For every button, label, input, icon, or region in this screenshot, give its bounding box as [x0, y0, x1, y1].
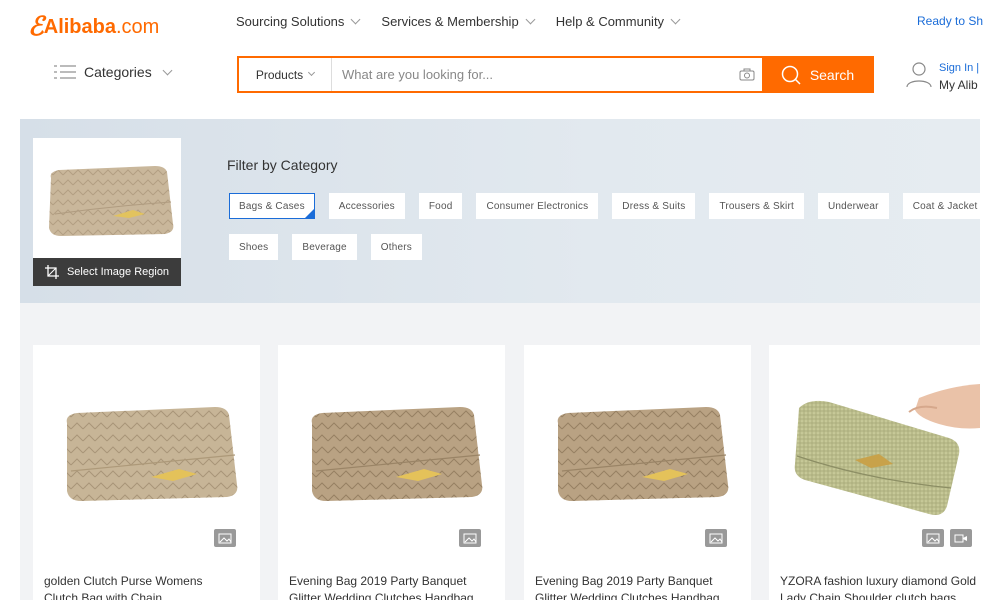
chip-food[interactable]: Food: [418, 193, 463, 219]
user-icon: [906, 62, 932, 88]
sign-in-link[interactable]: Sign In |: [939, 60, 979, 77]
chip-coat-jacket[interactable]: Coat & Jacket: [902, 193, 988, 219]
chip-accessories[interactable]: Accessories: [328, 193, 405, 219]
image-search-icon[interactable]: [922, 529, 944, 547]
nav-services-membership[interactable]: Services & Membership: [381, 14, 536, 29]
nav-help-community[interactable]: Help & Community: [555, 14, 681, 29]
product-title[interactable]: Evening Bag 2019 Party Banquet Glitter W…: [535, 573, 735, 600]
nav-label: Services & Membership: [381, 14, 519, 29]
nav-label: Sourcing Solutions: [236, 14, 345, 29]
chevron-down-icon: [162, 65, 173, 75]
search-bar: Products Search: [237, 56, 874, 93]
filter-title: Filter by Category: [227, 157, 338, 173]
product-image: [33, 345, 260, 560]
product-image: [769, 345, 980, 560]
chip-underwear[interactable]: Underwear: [817, 193, 889, 219]
camera-icon: [739, 68, 755, 81]
nav-sourcing-solutions[interactable]: Sourcing Solutions: [236, 14, 361, 29]
header: ℰ Alibaba.com Sourcing Solutions Service…: [0, 0, 1000, 112]
search-icon: [781, 65, 801, 85]
categories-label: Categories: [84, 64, 152, 80]
crop-icon: [44, 265, 59, 279]
select-image-region-button[interactable]: Select Image Region: [33, 258, 181, 286]
search-button-label: Search: [809, 66, 855, 83]
video-icon[interactable]: [950, 529, 972, 547]
chevron-down-icon: [350, 14, 361, 25]
product-image: [278, 345, 505, 560]
image-search-icon[interactable]: [705, 529, 727, 547]
alibaba-logo[interactable]: ℰ Alibaba.com: [28, 12, 159, 42]
logo-text: Alibaba: [43, 15, 116, 38]
select-image-region-label: Select Image Region: [66, 266, 170, 278]
product-title[interactable]: Evening Bag 2019 Party Banquet Glitter W…: [289, 573, 489, 600]
clutch-bag-image: [49, 166, 174, 236]
chip-shoes[interactable]: Shoes: [229, 234, 279, 260]
my-alibaba-link[interactable]: My Alib: [939, 77, 979, 94]
logo-mark-icon: ℰ: [28, 12, 44, 41]
chevron-down-icon: [308, 68, 316, 77]
chip-dress-suits[interactable]: Dress & Suits: [612, 193, 696, 219]
chip-beverage[interactable]: Beverage: [292, 234, 357, 260]
ready-to-ship-link[interactable]: Ready to Sh: [917, 14, 983, 28]
chip-consumer-electronics[interactable]: Consumer Electronics: [476, 193, 599, 219]
chip-others[interactable]: Others: [370, 234, 422, 260]
product-image: [524, 345, 751, 560]
chevron-down-icon: [670, 14, 681, 25]
chip-trousers-skirt[interactable]: Trousers & Skirt: [709, 193, 804, 219]
logo-suffix: .com: [116, 15, 160, 38]
image-search-filter-panel: Select Image Region Filter by Category B…: [20, 119, 988, 303]
top-nav: Sourcing Solutions Services & Membership…: [236, 14, 681, 29]
product-card[interactable]: Evening Bag 2019 Party Banquet Glitter W…: [524, 345, 751, 600]
nav-label: Help & Community: [555, 14, 665, 29]
account-area[interactable]: Sign In | My Alib: [905, 60, 979, 94]
clutch-bag-image: [794, 383, 980, 515]
search-input[interactable]: [332, 58, 732, 91]
clutch-bag-image: [557, 406, 728, 501]
search-type-dropdown[interactable]: Products: [239, 58, 332, 91]
category-chips: Bags & Cases Accessories Food Consumer E…: [229, 193, 989, 260]
clutch-bag-image: [311, 406, 482, 501]
product-card[interactable]: YZORA fashion luxury diamond Gold Lady C…: [769, 345, 980, 600]
search-type-label: Products: [255, 67, 304, 82]
chip-bags-cases[interactable]: Bags & Cases: [229, 193, 315, 219]
product-card[interactable]: golden Clutch Purse Womens Clutch Bag wi…: [33, 345, 260, 600]
image-search-icon[interactable]: [214, 529, 236, 547]
camera-search-button[interactable]: [732, 58, 762, 91]
clutch-bag-image: [66, 406, 237, 501]
image-search-icon[interactable]: [459, 529, 481, 547]
results-grid: golden Clutch Purse Womens Clutch Bag wi…: [20, 303, 980, 600]
product-title[interactable]: golden Clutch Purse Womens Clutch Bag wi…: [44, 573, 244, 600]
query-image-thumbnail: Select Image Region: [33, 138, 181, 286]
chevron-down-icon: [525, 14, 536, 25]
product-title[interactable]: YZORA fashion luxury diamond Gold Lady C…: [780, 573, 980, 600]
search-button[interactable]: Search: [762, 58, 872, 91]
categories-menu[interactable]: Categories: [54, 64, 173, 80]
menu-list-icon: [54, 65, 76, 79]
product-card[interactable]: Evening Bag 2019 Party Banquet Glitter W…: [278, 345, 505, 600]
